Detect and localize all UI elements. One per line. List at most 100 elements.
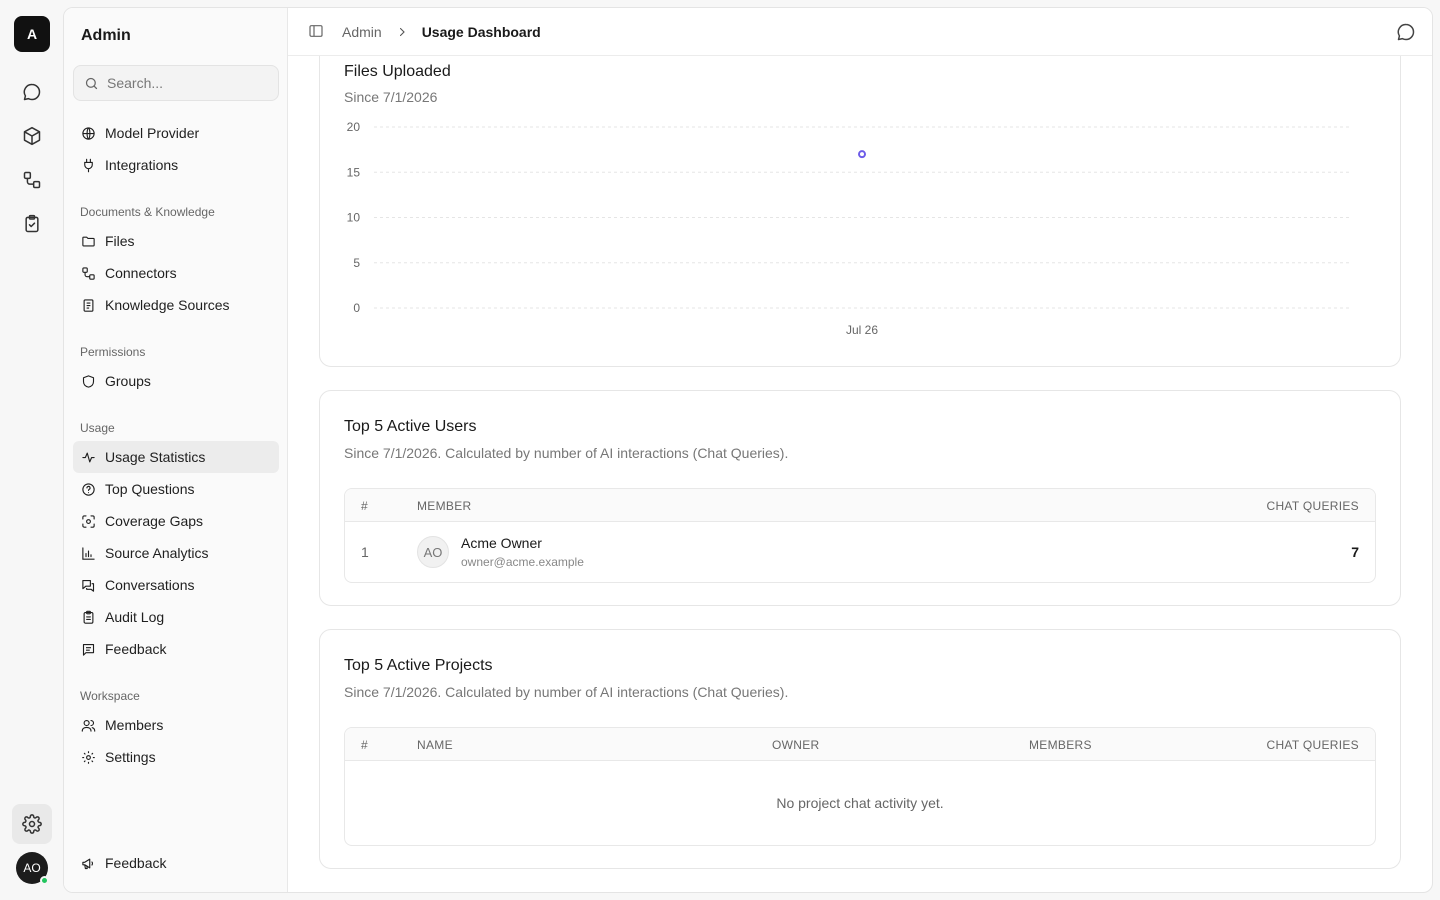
sidebar-title: Admin: [81, 27, 131, 44]
table-row[interactable]: 1 AO Acme Owner owner@acme.example 7: [345, 522, 1375, 582]
column-header-rank: #: [361, 499, 368, 513]
data-point[interactable]: [858, 150, 866, 159]
folder-icon: [82, 236, 95, 246]
card-subtitle: Since 7/1/2026. Calculated by number of …: [344, 445, 789, 461]
admin-sidebar: Admin Model Provider Integrations Docume…: [64, 8, 288, 892]
card-subtitle: Since 7/1/2026. Calculated by number of …: [344, 684, 789, 700]
sidebar-item-label: Source Analytics: [105, 545, 209, 561]
column-header-chat-queries: CHAT QUERIES: [1266, 738, 1359, 752]
sidebar-item-members[interactable]: Members: [73, 709, 279, 741]
sidebar-item-top-questions[interactable]: Top Questions: [73, 473, 279, 505]
icon-rail: A AO: [0, 0, 64, 900]
sidebar-item-label: Conversations: [105, 577, 195, 593]
column-header-owner: OWNER: [772, 738, 820, 752]
row-rank: 1: [361, 544, 369, 560]
chat-icon[interactable]: [14, 74, 50, 110]
search-box[interactable]: [73, 65, 279, 101]
sidebar-item-label: Feedback: [105, 641, 167, 657]
sidebar-item-integrations[interactable]: Integrations: [73, 149, 279, 181]
member-email: owner@acme.example: [461, 555, 584, 569]
sidebar-item-feedback[interactable]: Feedback: [73, 633, 279, 665]
messages-icon: [82, 579, 95, 592]
chevron-right-icon: [396, 26, 408, 38]
column-header-rank: #: [361, 738, 368, 752]
section-label-documents: Documents & Knowledge: [80, 205, 215, 219]
top-projects-card: Top 5 Active Projects Since 7/1/2026. Ca…: [319, 629, 1401, 869]
sidebar-item-label: Top Questions: [105, 481, 195, 497]
files-uploaded-card: Files Uploaded Since 7/1/2026 0 5 10 15 20 Ju…: [319, 26, 1401, 367]
sidebar-item-label: Coverage Gaps: [105, 513, 204, 529]
sidebar-item-files[interactable]: Files: [73, 225, 279, 257]
top-users-card: Top 5 Active Users Since 7/1/2026. Calcu…: [319, 390, 1401, 606]
shield-icon: [82, 374, 95, 388]
column-header-name: NAME: [417, 738, 453, 752]
sidebar-item-conversations[interactable]: Conversations: [73, 569, 279, 601]
sidebar-item-settings[interactable]: Settings: [73, 741, 279, 773]
sidebar-toggle-icon[interactable]: [308, 23, 326, 41]
gear-icon[interactable]: [12, 804, 52, 844]
clipboard-icon: [83, 610, 94, 624]
globe-icon: [82, 126, 95, 140]
cube-icon[interactable]: [14, 118, 50, 154]
clipboard-check-icon[interactable]: [14, 206, 50, 242]
column-header-member: MEMBER: [417, 499, 472, 513]
column-header-chat-queries: CHAT QUERIES: [1266, 499, 1359, 513]
help-circle-icon: [82, 482, 95, 496]
gear-icon: [82, 750, 95, 764]
sidebar-item-label: Knowledge Sources: [105, 297, 230, 313]
chat-icon[interactable]: [1396, 22, 1416, 42]
card-title: Top 5 Active Projects: [344, 657, 493, 674]
sidebar-item-label: Usage Statistics: [105, 449, 206, 465]
sidebar-item-label: Feedback: [105, 855, 167, 871]
sidebar-item-label: Audit Log: [105, 609, 165, 625]
column-header-members: MEMBERS: [1029, 738, 1092, 752]
connectors-icon[interactable]: [14, 162, 50, 198]
chat-queries-count: 7: [1351, 544, 1359, 560]
y-tick-label: 5: [353, 256, 360, 270]
empty-state-message: No project chat activity yet.: [776, 795, 944, 811]
card-title: Files Uploaded: [344, 63, 451, 80]
sidebar-item-label: Settings: [105, 749, 156, 765]
table-header: # NAME OWNER MEMBERS CHAT QUERIES: [345, 728, 1375, 761]
sidebar-item-source-analytics[interactable]: Source Analytics: [73, 537, 279, 569]
sidebar-item-label: Model Provider: [105, 125, 200, 141]
breadcrumb-admin[interactable]: Admin: [342, 24, 382, 40]
megaphone-icon: [82, 858, 94, 869]
sidebar-item-label: Files: [105, 233, 135, 249]
y-tick-label: 0: [353, 301, 360, 315]
sidebar-item-model-provider[interactable]: Model Provider: [73, 117, 279, 149]
top-users-table: # MEMBER CHAT QUERIES 1 AO Acme Owner ow…: [344, 488, 1376, 583]
card-title: Top 5 Active Users: [344, 418, 477, 435]
x-tick-label: Jul 26: [846, 323, 878, 337]
sidebar-item-label: Connectors: [105, 265, 177, 281]
activity-icon: [82, 452, 95, 462]
sidebar-item-audit-log[interactable]: Audit Log: [73, 601, 279, 633]
users-icon: [81, 719, 96, 732]
section-label-permissions: Permissions: [80, 345, 146, 359]
card-subtitle: Since 7/1/2026: [344, 89, 438, 105]
sidebar-item-groups[interactable]: Groups: [73, 365, 279, 397]
sidebar-item-connectors[interactable]: Connectors: [73, 257, 279, 289]
y-tick-label: 20: [347, 120, 361, 134]
sidebar-item-usage-statistics[interactable]: Usage Statistics: [73, 441, 279, 473]
search-input[interactable]: [107, 75, 267, 91]
files-uploaded-chart: 0 5 10 15 20 Jul 26: [347, 120, 1350, 337]
sidebar-item-knowledge-sources[interactable]: Knowledge Sources: [73, 289, 279, 321]
workspace-logo[interactable]: A: [14, 16, 50, 52]
top-projects-table: # NAME OWNER MEMBERS CHAT QUERIES No pro…: [344, 727, 1376, 846]
connectors-icon: [82, 266, 95, 280]
sidebar-item-coverage-gaps[interactable]: Coverage Gaps: [73, 505, 279, 537]
sidebar-item-label: Groups: [105, 373, 151, 389]
sidebar-footer-feedback[interactable]: Feedback: [73, 847, 279, 879]
breadcrumb-current: Usage Dashboard: [421, 23, 541, 40]
online-status-dot: [40, 876, 49, 885]
dashboard-content: Files Uploaded Since 7/1/2026 0 5 10 15 20 Ju…: [288, 26, 1432, 892]
top-header: Admin Usage Dashboard: [288, 8, 1432, 56]
main-frame: Admin Model Provider Integrations Docume…: [63, 7, 1433, 893]
bar-chart-icon: [82, 546, 95, 560]
scan-icon: [82, 514, 95, 528]
plug-icon: [84, 158, 93, 172]
sidebar-item-label: Members: [105, 717, 164, 733]
book-icon: [83, 298, 94, 312]
section-label-usage: Usage: [80, 421, 115, 435]
